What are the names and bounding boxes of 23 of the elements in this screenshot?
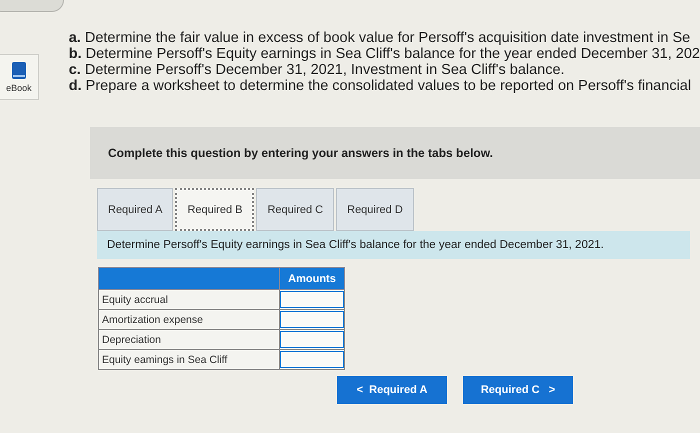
prev-button[interactable]: < Required A [337, 376, 447, 404]
table-cell: Amortization expense [98, 310, 280, 330]
tab[interactable]: Required B [175, 188, 254, 231]
column-header: Amounts [280, 268, 344, 290]
ebook-button[interactable]: eBook [0, 54, 39, 100]
question-text: c. Determine Persoff's December 31, 2021, Investment in Sea Cliff's balance. [68, 62, 566, 78]
next-button[interactable]: Required C > [463, 376, 573, 404]
answer-input[interactable] [280, 310, 344, 328]
answer-input[interactable] [280, 350, 344, 368]
answer-input[interactable] [280, 290, 344, 308]
book-icon [12, 62, 26, 78]
question-text: d. Prepare a worksheet to determine the consolidated values to be reported on Persoff's financial [68, 78, 692, 94]
tab[interactable]: Required A [97, 188, 174, 231]
prompt-text: Complete this question by entering your answers in the tabs below. [108, 146, 493, 160]
question-text: b. Determine Persoff's Equity earnings in Sea Cliff's balance for the year ended December 31, 202 [68, 46, 700, 62]
tab[interactable]: Required D [336, 188, 414, 231]
table-cell: Equity eamings in Sea Cliff [98, 350, 280, 370]
question-text: a. Determine the fair value in excess of book value for Persoff's acquisition date investment in Se [68, 30, 692, 46]
answer-input[interactable] [280, 330, 344, 348]
table-cell: Depreciation [98, 330, 280, 350]
instruction-text: Determine Persoff's Equity earnings in Sea Cliff's balance for the year ended December 31, 2021. [97, 231, 690, 259]
table-cell: Equity accrual [98, 290, 280, 310]
tab[interactable]: Required C [256, 188, 334, 231]
